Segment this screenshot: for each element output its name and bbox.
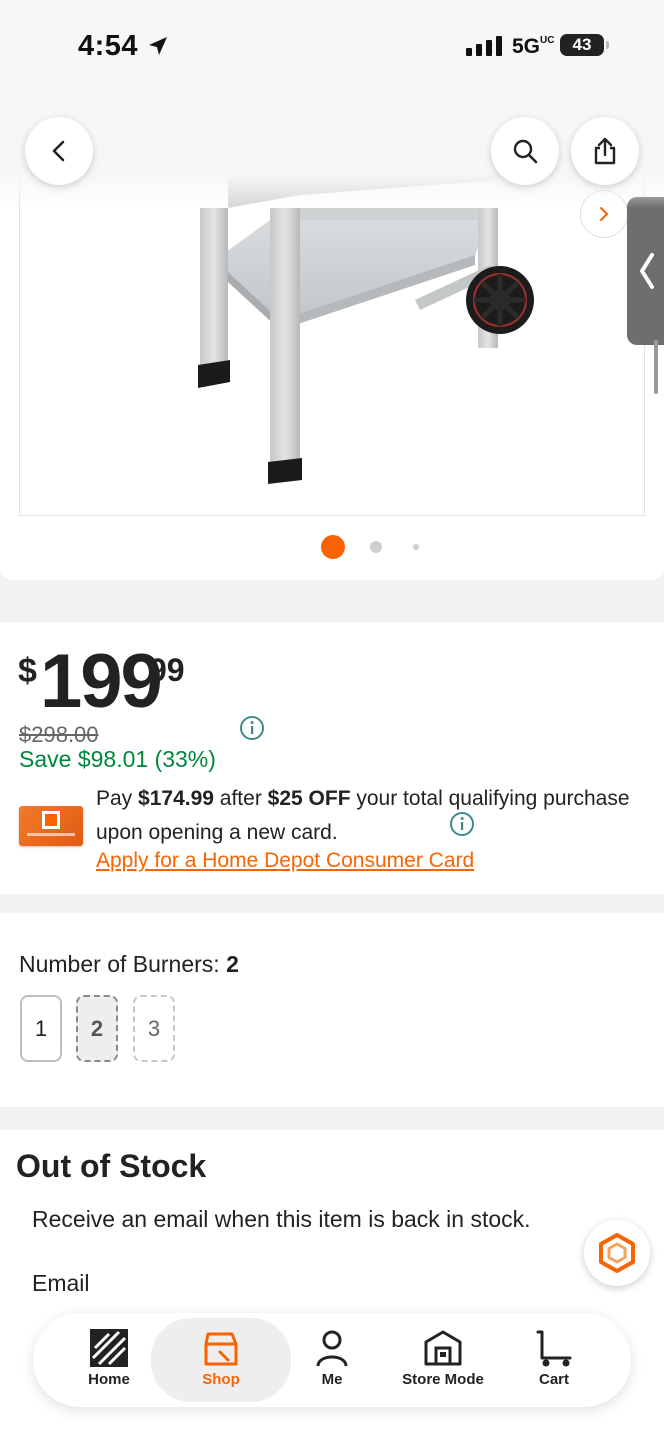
burner-selector-section: Number of Burners: 2 1 2 3 xyxy=(0,913,664,1107)
header-overlay xyxy=(0,95,664,208)
network-label: 5GUC xyxy=(512,35,555,58)
carousel-dot[interactable] xyxy=(413,544,419,550)
price-section: $ 199 99 $298.00 Save $98.01 (33%) Pay $… xyxy=(0,622,664,894)
store-icon xyxy=(424,1330,462,1366)
carousel-dot-active[interactable] xyxy=(321,535,345,559)
stock-notify-text: Receive an email when this item is back … xyxy=(32,1206,531,1232)
shop-icon xyxy=(204,1332,238,1366)
nav-shop[interactable]: Shop xyxy=(151,1318,291,1402)
carousel-dot[interactable] xyxy=(370,541,382,553)
credit-card-image xyxy=(19,806,83,846)
cart-icon xyxy=(536,1330,572,1367)
stock-status-title: Out of Stock xyxy=(16,1148,207,1184)
assistant-icon xyxy=(599,1233,635,1273)
burner-option-3[interactable]: 3 xyxy=(133,995,175,1062)
nav-me[interactable]: Me xyxy=(303,1313,361,1407)
carousel-indicator xyxy=(0,535,664,559)
chat-assistant-button[interactable] xyxy=(584,1220,650,1286)
email-field-label: Email xyxy=(32,1270,90,1296)
apply-card-link[interactable]: Apply for a Home Depot Consumer Card xyxy=(96,849,474,873)
home-depot-logo-icon xyxy=(42,811,60,829)
bottom-navigation: Home Shop Me Store Mode Cart xyxy=(33,1313,631,1407)
person-icon xyxy=(316,1330,348,1367)
original-price: $298.00 xyxy=(19,722,99,747)
share-button[interactable] xyxy=(571,117,639,185)
home-depot-logo-icon xyxy=(90,1329,128,1367)
nav-home[interactable]: Home xyxy=(73,1313,145,1407)
product-image-card xyxy=(0,150,664,580)
burner-label: Number of Burners: 2 xyxy=(19,951,239,977)
scrollbar[interactable] xyxy=(654,340,658,394)
burner-option-2[interactable]: 2 xyxy=(76,995,118,1062)
savings-text: Save $98.01 (33%) xyxy=(19,746,216,772)
share-icon xyxy=(594,137,616,165)
info-icon[interactable] xyxy=(239,715,265,741)
location-arrow-icon xyxy=(149,37,167,55)
battery-indicator: 43 xyxy=(560,34,609,56)
burner-option-1[interactable]: 1 xyxy=(20,995,62,1062)
back-button[interactable] xyxy=(25,117,93,185)
info-icon[interactable] xyxy=(449,811,475,837)
chevron-left-icon xyxy=(640,253,654,289)
nav-cart[interactable]: Cart xyxy=(529,1313,579,1407)
status-bar: 4:54 5GUC 43 xyxy=(0,0,664,95)
cellular-signal-icon xyxy=(466,36,502,56)
side-drawer-tab[interactable] xyxy=(627,197,664,345)
product-page: 4:54 5GUC 43 $ 199 99 $298.00 Save $98.0… xyxy=(0,0,664,1440)
card-promo-text: Pay $174.99 after $25 OFF your total qua… xyxy=(96,787,630,844)
search-button[interactable] xyxy=(491,117,559,185)
nav-store-mode[interactable]: Store Mode xyxy=(393,1313,493,1407)
chevron-left-icon xyxy=(52,140,65,162)
search-icon xyxy=(513,139,538,164)
status-time: 4:54 xyxy=(78,30,139,62)
